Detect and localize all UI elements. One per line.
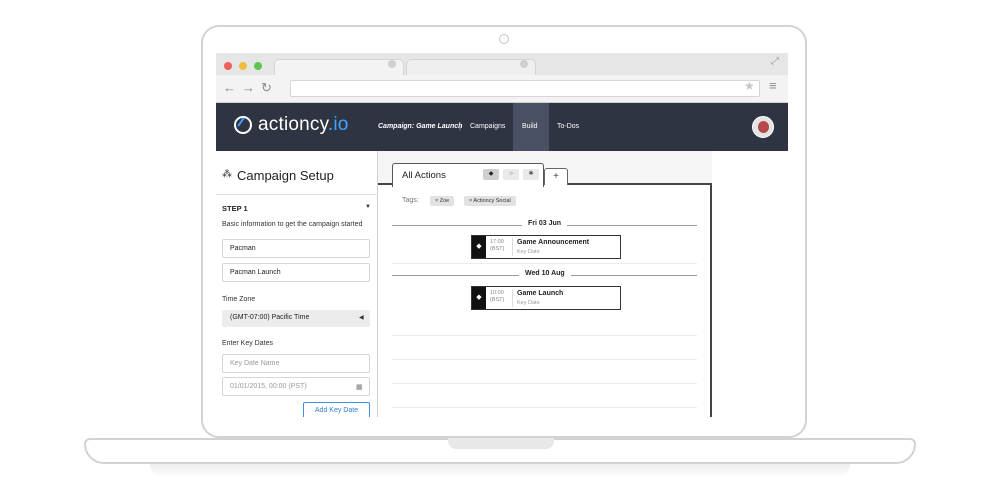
close-window-button[interactable] (224, 62, 232, 70)
action-time: 17:00 (BST) (490, 239, 504, 253)
actions-panel (378, 151, 712, 417)
address-bar[interactable] (290, 80, 760, 97)
campaign-title-field[interactable]: Pacman Launch (222, 263, 370, 282)
nav-build[interactable]: Build (522, 123, 538, 130)
action-time-value: 10:00 (490, 290, 504, 296)
add-tab-button[interactable]: + (544, 168, 568, 185)
reload-icon[interactable]: ↻ (261, 79, 272, 97)
camera-icon (499, 34, 509, 44)
action-time-zone: (BST) (490, 297, 505, 303)
cubes-icon: ⁂ (222, 169, 232, 180)
row-line (392, 359, 697, 360)
action-time-value: 17:00 (490, 239, 504, 245)
date-label: Wed 10 Aug (519, 270, 571, 277)
maximize-window-button[interactable] (254, 62, 262, 70)
key-date-name-input[interactable]: Key Date Name (222, 354, 370, 373)
action-time-zone: (BST) (490, 246, 505, 252)
tab-title: All Actions (402, 170, 446, 181)
browser-tab-active[interactable] (274, 59, 404, 75)
back-icon[interactable]: ← (223, 79, 236, 97)
avatar-face (758, 121, 769, 133)
divider (216, 194, 378, 195)
key-dates-label: Enter Key Dates (222, 340, 273, 347)
timezone-label: Time Zone (222, 296, 256, 303)
gear-icon[interactable]: ✱ (523, 169, 539, 180)
card-divider (512, 238, 513, 256)
chevron-down-icon[interactable]: ▼ (365, 204, 371, 210)
expand-icon[interactable]: ⤢ (771, 56, 779, 67)
row-line (392, 263, 697, 264)
timezone-select[interactable]: (GMT-07:00) Pacific Time (222, 310, 370, 327)
action-type: Key Date (517, 300, 540, 306)
action-time: 10:00 (BST) (490, 290, 504, 304)
row-line (392, 383, 697, 384)
avatar[interactable] (752, 116, 774, 138)
action-title: Game Launch (517, 290, 564, 297)
tags-label: Tags: (402, 197, 419, 204)
key-date-icon: ◆ (472, 236, 486, 258)
action-title: Game Announcement (517, 239, 590, 246)
row-line (392, 407, 697, 408)
date-label: Fri 03 Jun (522, 220, 568, 227)
step-label[interactable]: STEP 1 (222, 204, 248, 213)
action-card[interactable]: ◆ 17:00 (BST) Game Announcement Key Date (471, 235, 621, 259)
breadcrumb-separator: | (459, 122, 462, 131)
panel-title: Campaign Setup (237, 168, 334, 183)
action-type: Key Date (517, 249, 540, 255)
tag-chip[interactable]: × Actioncy Social (464, 196, 516, 206)
step-hint: Basic information to get the campaign st… (222, 221, 363, 228)
calendar-icon[interactable]: ▦ (356, 383, 363, 391)
campaign-name-field[interactable]: Pacman (222, 239, 370, 258)
laptop-notch (448, 438, 554, 449)
action-card[interactable]: ◆ 10:00 (BST) Game Launch Key Date (471, 286, 621, 310)
chevron-left-icon[interactable]: ◀ (359, 314, 364, 321)
tab-close-icon[interactable] (388, 60, 396, 68)
hamburger-icon[interactable]: ≡ (769, 78, 777, 93)
key-date-datetime-input[interactable]: 01/01/2015, 00:00 (PST) (222, 377, 370, 396)
breadcrumb[interactable]: Campaign: Game Launch (378, 123, 462, 130)
tab-close-icon[interactable] (520, 60, 528, 68)
row-line (392, 335, 697, 336)
nav-todos[interactable]: To-Dos (557, 123, 579, 130)
tag-chip[interactable]: × Zoe (430, 196, 455, 206)
browser-tab[interactable] (406, 59, 536, 75)
screen: ⤢ ← → ↻ ★ ≡ actioncy.io Campaign: Game L… (216, 53, 788, 417)
search-icon[interactable]: ○ (503, 169, 519, 180)
minimize-window-button[interactable] (239, 62, 247, 70)
laptop-shadow (150, 464, 850, 478)
nav-campaigns[interactable]: Campaigns (470, 123, 505, 130)
star-icon[interactable]: ★ (744, 79, 755, 93)
key-date-icon: ◆ (472, 287, 486, 309)
forward-icon[interactable]: → (242, 79, 255, 97)
logo-text: actioncy (258, 114, 328, 135)
add-key-date-button[interactable]: Add Key Date (303, 402, 370, 417)
logo-suffix: .io (327, 114, 349, 135)
tag-icon[interactable]: ◆ (483, 169, 499, 180)
card-divider (512, 289, 513, 307)
logo[interactable]: actioncy.io (258, 114, 349, 136)
